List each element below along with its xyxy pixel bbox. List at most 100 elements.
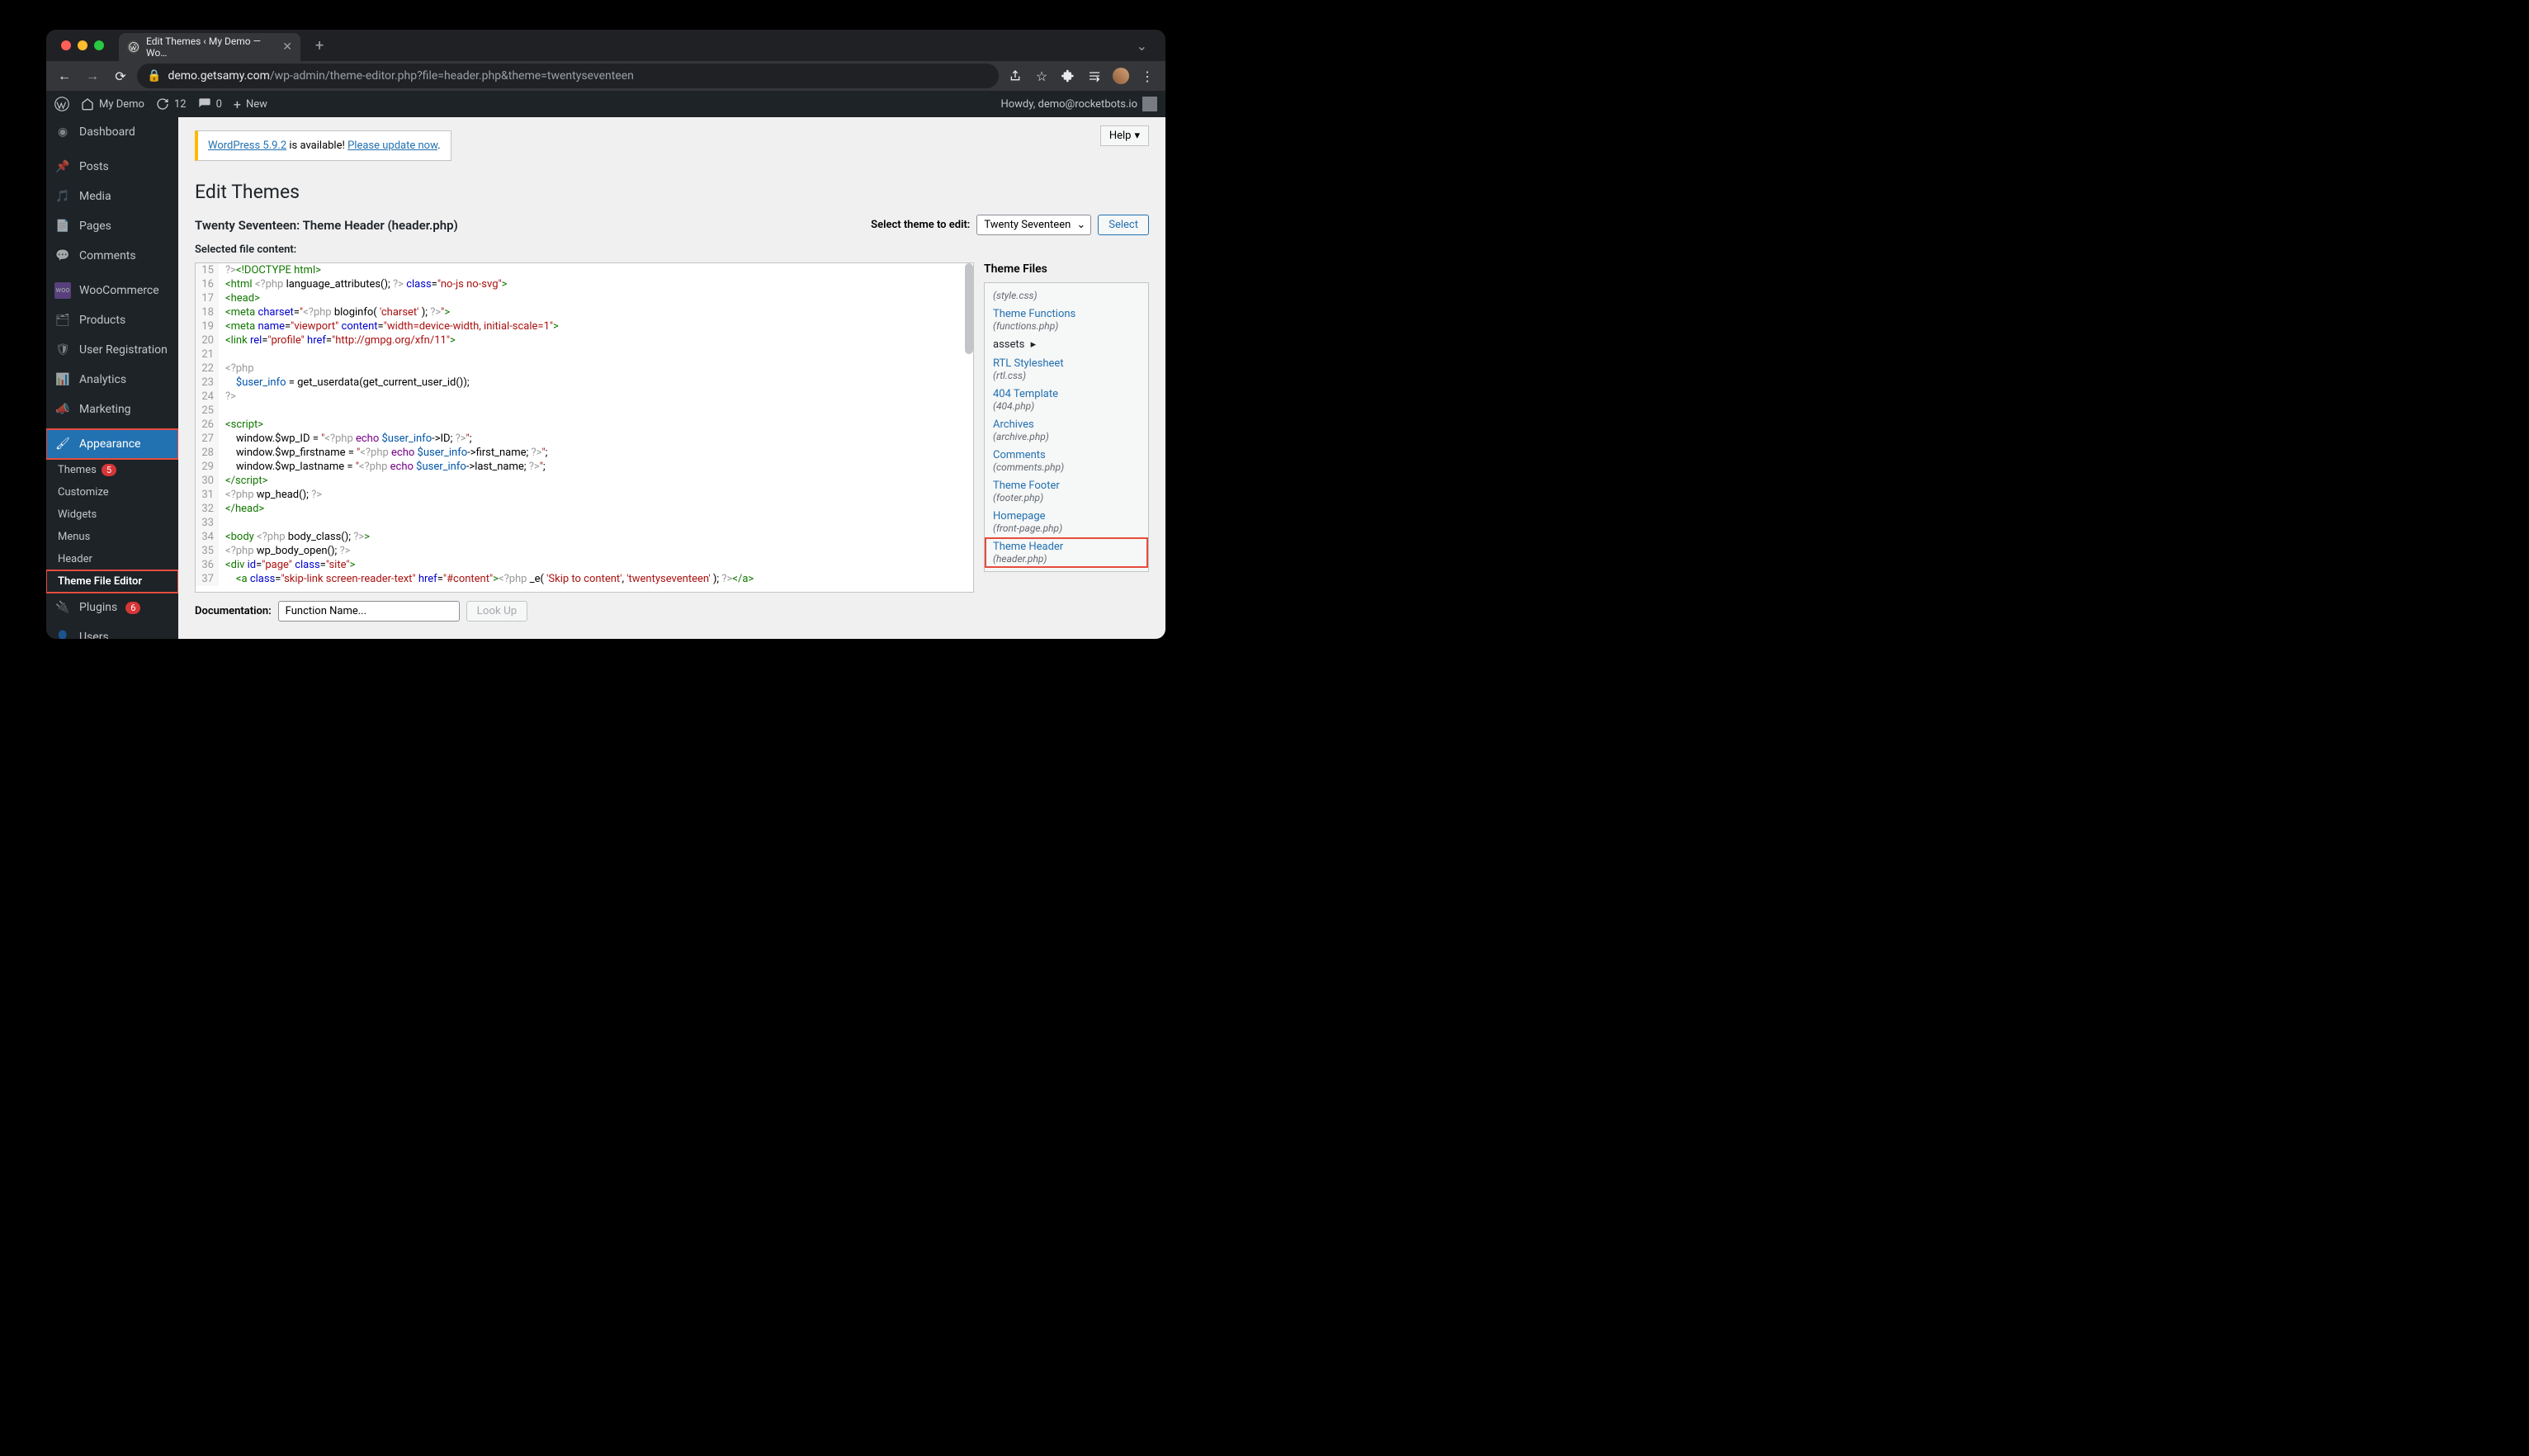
close-tab-icon[interactable]: ✕	[282, 40, 292, 54]
code-line[interactable]: 35<?php wp_body_open(); ?>	[196, 544, 973, 558]
comments-link[interactable]: 0	[198, 97, 222, 111]
theme-select[interactable]: Twenty Seventeen ⌄	[976, 215, 1091, 235]
theme-file-item[interactable]: (style.css)	[985, 286, 1148, 305]
code-line[interactable]: 25	[196, 404, 973, 418]
bookmark-star-icon[interactable]: ☆	[1030, 64, 1053, 87]
help-tab[interactable]: Help ▾	[1100, 125, 1149, 146]
tabs-dropdown-icon[interactable]: ⌄	[1127, 38, 1157, 54]
minimize-window-button[interactable]	[78, 40, 87, 50]
users-icon: 👤	[54, 629, 71, 639]
theme-file-item[interactable]: assets ▸	[985, 335, 1148, 354]
wp-main-content: Help ▾ WordPress 5.9.2 is available! Ple…	[178, 117, 1165, 639]
code-line[interactable]: 21	[196, 347, 973, 362]
maximize-window-button[interactable]	[94, 40, 104, 50]
browser-tab[interactable]: Edit Themes ‹ My Demo — Wo… ✕	[119, 33, 300, 61]
select-theme-label: Select theme to edit:	[871, 219, 970, 231]
code-line[interactable]: 18<meta charset="<?php bloginfo( 'charse…	[196, 305, 973, 319]
code-line[interactable]: 15?><!DOCTYPE html>	[196, 263, 973, 277]
code-line[interactable]: 20<link rel="profile" href="http://gmpg.…	[196, 333, 973, 347]
url-host: demo.getsamy.com	[168, 69, 269, 83]
sidebar-item-products[interactable]: 🗂Products	[46, 305, 178, 335]
code-line[interactable]: 30</script>	[196, 474, 973, 488]
address-bar[interactable]: 🔒 demo.getsamy.com/wp-admin/theme-editor…	[137, 64, 999, 88]
profile-avatar-icon[interactable]	[1109, 64, 1132, 87]
sidebar-item-appearance[interactable]: 🖌Appearance	[46, 429, 178, 459]
sidebar-item-pages[interactable]: 📄Pages	[46, 211, 178, 241]
code-line[interactable]: 33	[196, 516, 973, 530]
theme-file-item[interactable]: Theme Header(header.php)	[985, 537, 1148, 568]
user-avatar-icon	[1142, 97, 1157, 111]
theme-file-item[interactable]: RTL Stylesheet(rtl.css)	[985, 354, 1148, 385]
megaphone-icon: 📣	[54, 401, 71, 418]
wp-version-link[interactable]: WordPress 5.9.2	[208, 139, 286, 152]
site-name-link[interactable]: My Demo	[81, 97, 144, 111]
theme-file-item[interactable]: Theme Functions(functions.php)	[985, 305, 1148, 335]
new-content-link[interactable]: + New	[234, 97, 267, 112]
wordpress-favicon-icon	[127, 40, 139, 54]
sidebar-sub-menus[interactable]: Menus	[46, 526, 178, 548]
browser-menu-icon[interactable]: ⋮	[1136, 64, 1159, 87]
new-label: New	[246, 98, 267, 111]
code-line[interactable]: 31<?php wp_head(); ?>	[196, 488, 973, 502]
sidebar-item-analytics[interactable]: 📊Analytics	[46, 365, 178, 395]
sidebar-item-plugins[interactable]: 🔌Plugins 6	[46, 593, 178, 622]
code-editor[interactable]: 15?><!DOCTYPE html>16<html <?php languag…	[195, 262, 974, 593]
code-line[interactable]: 37 <a class="skip-link screen-reader-tex…	[196, 572, 973, 586]
sidebar-sub-themes[interactable]: Themes 5	[46, 459, 178, 481]
sidebar-item-comments[interactable]: 💬Comments	[46, 241, 178, 271]
new-tab-button[interactable]: +	[309, 37, 330, 54]
code-line[interactable]: 23 $user_info = get_userdata(get_current…	[196, 376, 973, 390]
sidebar-sub-header[interactable]: Header	[46, 548, 178, 570]
scrollbar[interactable]	[965, 263, 973, 354]
tab-title: Edit Themes ‹ My Demo — Wo…	[146, 35, 276, 59]
code-line[interactable]: 24?>	[196, 390, 973, 404]
share-icon[interactable]	[1004, 64, 1027, 87]
theme-file-item[interactable]: Theme Footer(footer.php)	[985, 476, 1148, 507]
back-button[interactable]: ←	[53, 64, 76, 87]
code-line[interactable]: 28 window.$wp_firstname = "<?php echo $u…	[196, 446, 973, 460]
forward-button[interactable]: →	[81, 64, 104, 87]
code-line[interactable]: 29 window.$wp_lastname = "<?php echo $us…	[196, 460, 973, 474]
sidebar-sub-widgets[interactable]: Widgets	[46, 503, 178, 526]
code-line[interactable]: 34<body <?php body_class(); ?>>	[196, 530, 973, 544]
sidebar-sub-customize[interactable]: Customize	[46, 481, 178, 503]
close-window-button[interactable]	[61, 40, 71, 50]
comments-count: 0	[216, 98, 222, 111]
plugins-badge: 6	[125, 602, 140, 614]
theme-file-item[interactable]: 404 Template(404.php)	[985, 385, 1148, 415]
code-line[interactable]: 27 window.$wp_ID = "<?php echo $user_inf…	[196, 432, 973, 446]
wp-logo-icon[interactable]	[54, 97, 69, 111]
howdy-link[interactable]: Howdy, demo@rocketbots.io	[1000, 97, 1157, 111]
sidebar-item-user-registration[interactable]: 🛡User Registration	[46, 335, 178, 365]
themes-badge: 5	[102, 464, 116, 476]
comment-icon: 💬	[54, 248, 71, 264]
function-select[interactable]: Function Name...	[278, 601, 460, 622]
woo-icon: woo	[54, 282, 71, 299]
updates-link[interactable]: 12	[156, 97, 187, 111]
theme-file-item[interactable]: Archives(archive.php)	[985, 415, 1148, 446]
code-line[interactable]: 32</head>	[196, 502, 973, 516]
theme-files-heading: Theme Files	[984, 262, 1149, 276]
update-now-link[interactable]: Please update now	[347, 139, 437, 152]
sidebar-sub-theme-file-editor[interactable]: Theme File Editor	[46, 570, 178, 593]
theme-files-list: (style.css)Theme Functions(functions.php…	[984, 282, 1149, 572]
sidebar-item-users[interactable]: 👤Users	[46, 622, 178, 639]
extensions-icon[interactable]	[1057, 64, 1080, 87]
sidebar-item-posts[interactable]: 📌Posts	[46, 152, 178, 182]
sidebar-item-marketing[interactable]: 📣Marketing	[46, 395, 178, 424]
code-line[interactable]: 16<html <?php language_attributes(); ?> …	[196, 277, 973, 291]
code-line[interactable]: 17<head>	[196, 291, 973, 305]
select-button[interactable]: Select	[1098, 215, 1149, 235]
sidebar-item-media[interactable]: 🎵Media	[46, 182, 178, 211]
lookup-button[interactable]: Look Up	[466, 601, 528, 622]
code-line[interactable]: 36<div id="page" class="site">	[196, 558, 973, 572]
reload-button[interactable]: ⟳	[109, 64, 132, 87]
sidebar-item-woocommerce[interactable]: wooWooCommerce	[46, 276, 178, 305]
code-line[interactable]: 19<meta name="viewport" content="width=d…	[196, 319, 973, 333]
code-line[interactable]: 26<script>	[196, 418, 973, 432]
reading-list-icon[interactable]	[1083, 64, 1106, 87]
code-line[interactable]: 22<?php	[196, 362, 973, 376]
theme-file-item[interactable]: Comments(comments.php)	[985, 446, 1148, 476]
theme-file-item[interactable]: Homepage(front-page.php)	[985, 507, 1148, 537]
sidebar-item-dashboard[interactable]: ◉Dashboard	[46, 117, 178, 147]
